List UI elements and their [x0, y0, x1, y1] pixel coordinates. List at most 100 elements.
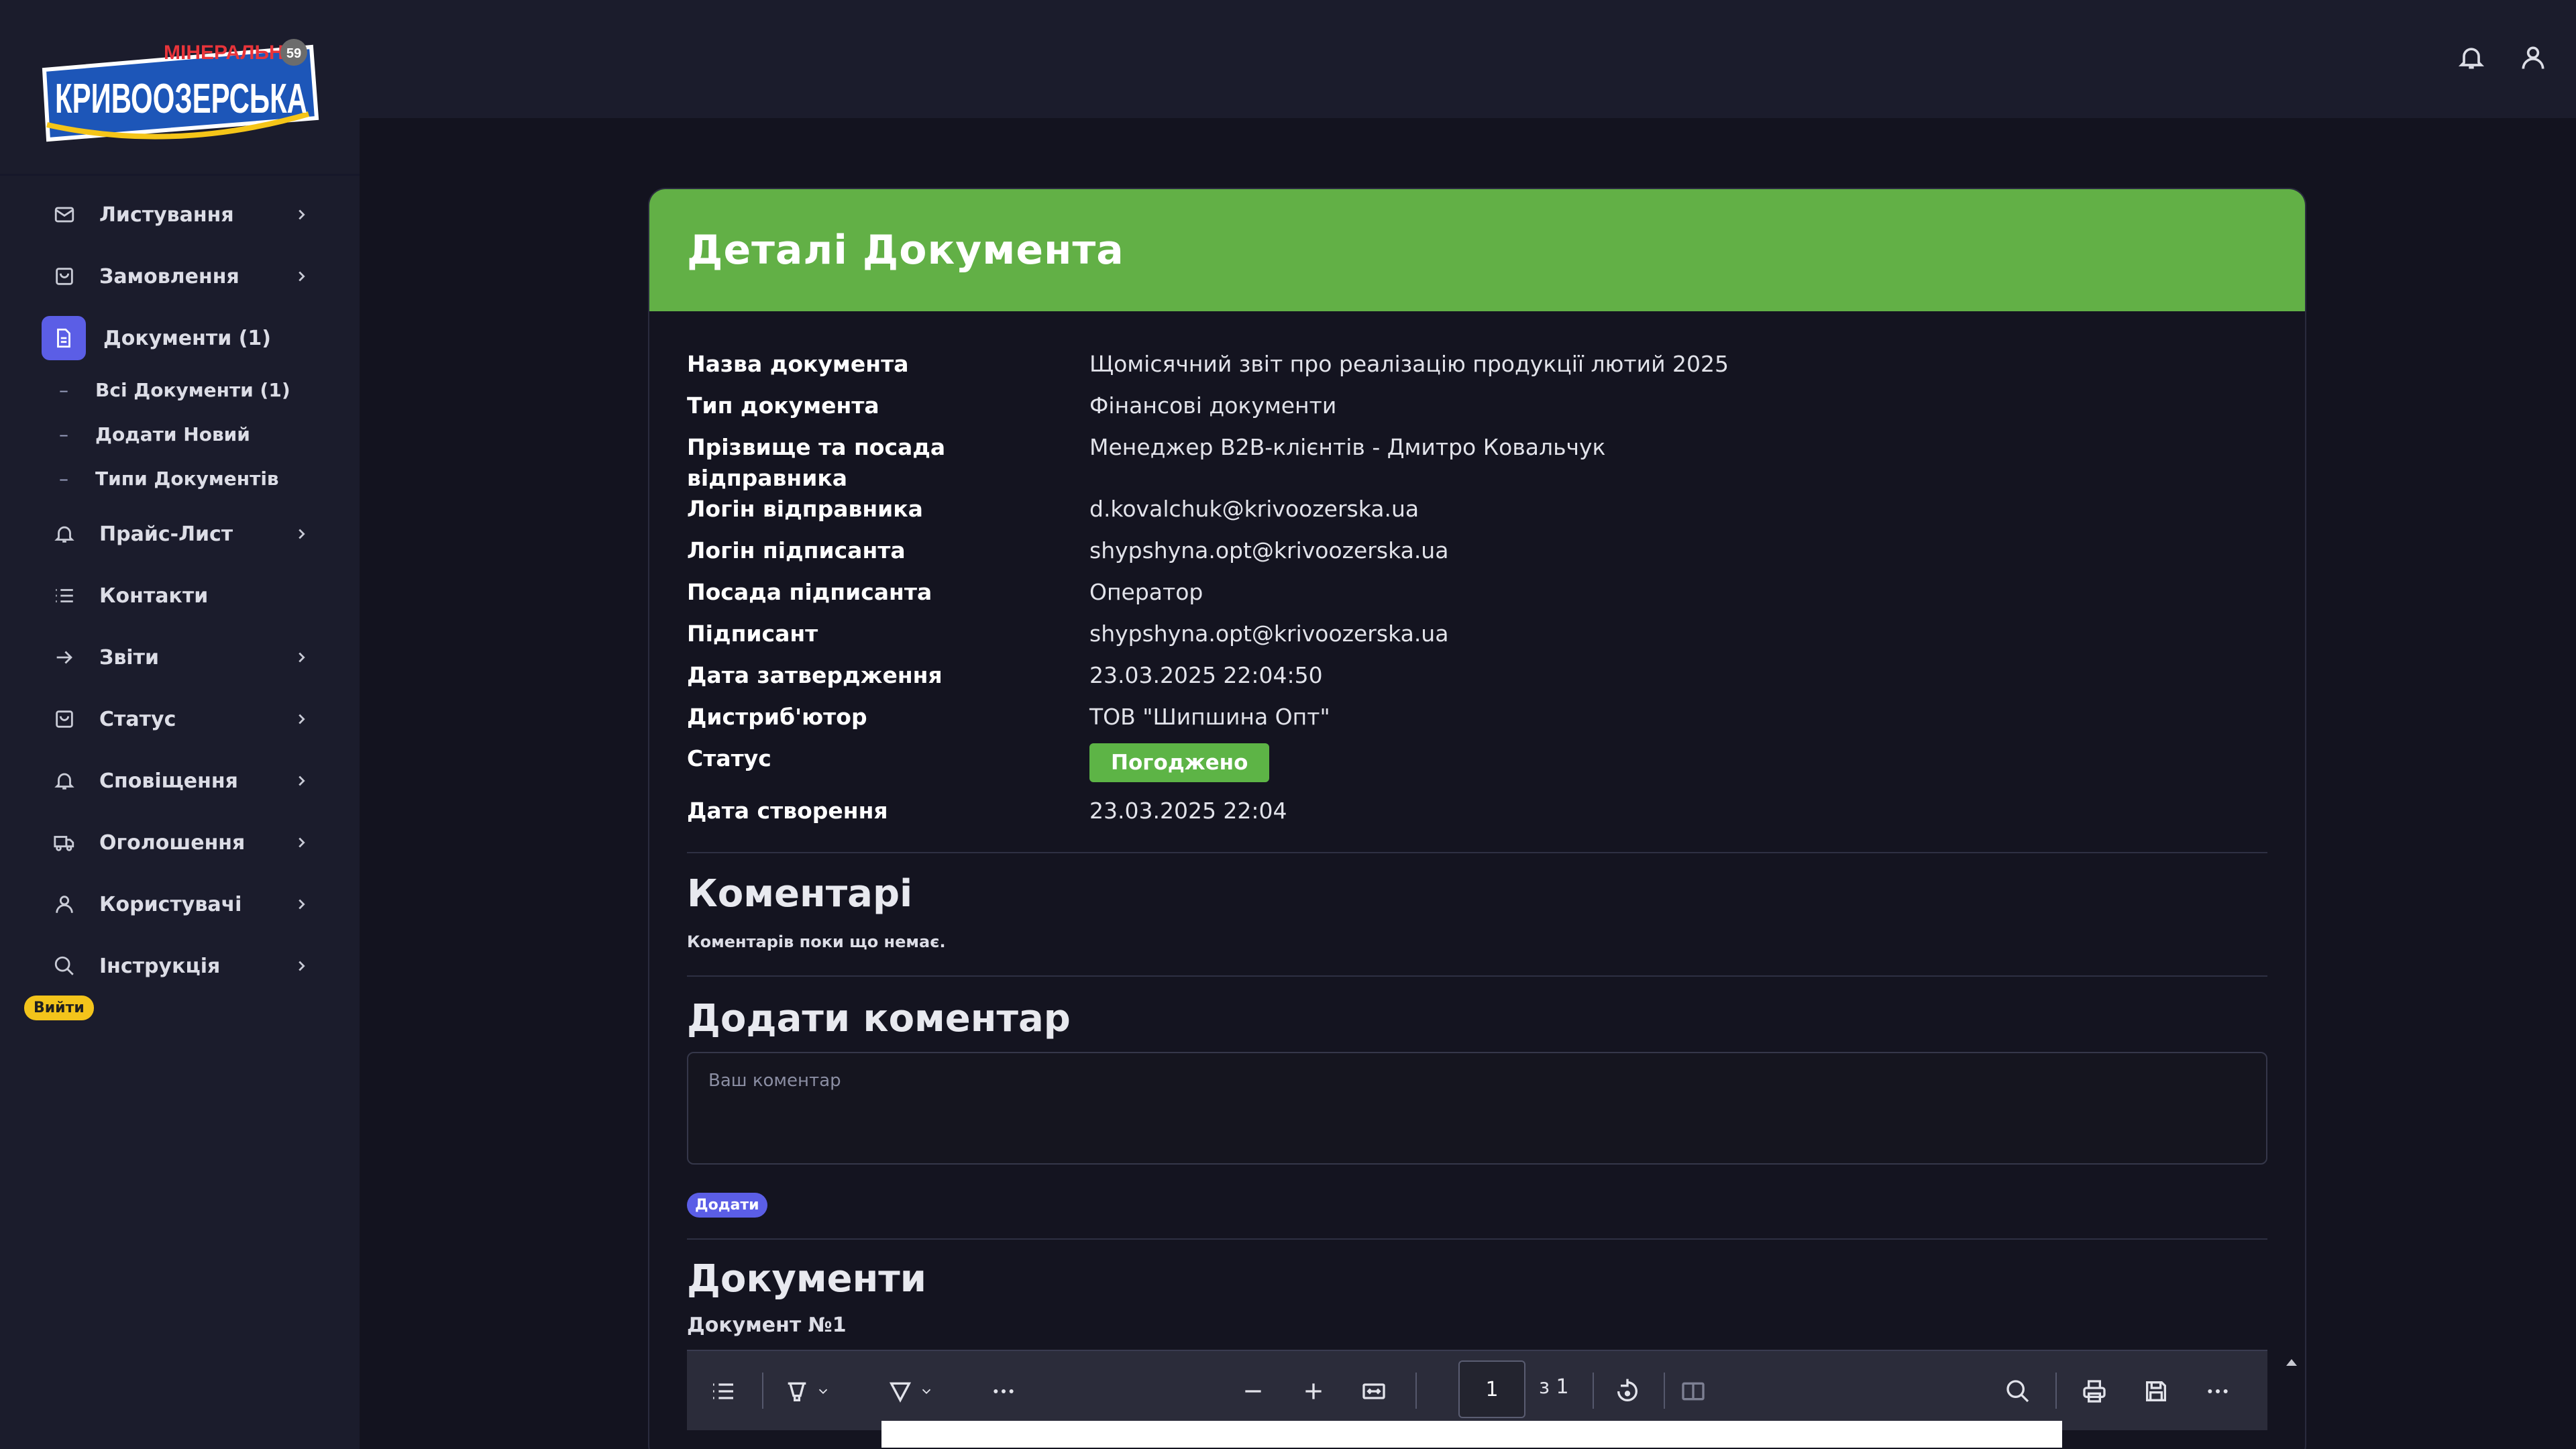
sidebar-subitem-label: Типи Документів	[95, 467, 279, 490]
rotate-icon[interactable]	[1611, 1375, 1644, 1407]
chevron-right-icon	[299, 714, 305, 724]
chevron-right-icon	[299, 271, 305, 282]
field-row: Тип документа Фінансові документи	[687, 390, 2270, 421]
field-value: Оператор	[1089, 579, 1203, 605]
svg-text:МІНЕРАЛЬНА: МІНЕРАЛЬНА	[164, 42, 298, 64]
sidebar-item-documents[interactable]: Документи (1)	[42, 311, 323, 365]
mail-icon	[52, 203, 76, 227]
sidebar-item-announcements[interactable]: Оголошення	[42, 816, 323, 869]
field-row: Логін відправника d.kovalchuk@krivoozers…	[687, 494, 2270, 525]
field-label: Назва документа	[687, 351, 909, 377]
sidebar-item-label: Користувачі	[99, 892, 242, 916]
field-label: Логін підписанта	[687, 537, 906, 564]
print-icon[interactable]	[2078, 1375, 2110, 1407]
sidebar-item-reports[interactable]: Звіти	[42, 631, 323, 684]
sidebar-item-label: Інструкція	[99, 954, 221, 978]
list-icon	[52, 584, 76, 608]
draw-icon[interactable]	[884, 1375, 916, 1407]
bell-icon	[52, 769, 76, 793]
pdf-viewer-toolbar: 1 з 1	[687, 1350, 2267, 1448]
chevron-right-icon	[299, 961, 305, 971]
divider	[687, 852, 2267, 853]
page-view-icon[interactable]	[1677, 1375, 1709, 1407]
search-icon	[52, 954, 76, 978]
sidebar-item-instructions[interactable]: Інструкція	[42, 939, 323, 993]
comment-textarea[interactable]: Ваш коментар	[687, 1052, 2267, 1165]
page-title: Деталі Документа	[687, 227, 1124, 274]
save-icon[interactable]	[2140, 1375, 2172, 1407]
fit-width-icon[interactable]	[1358, 1375, 1390, 1407]
chevron-right-icon	[299, 652, 305, 663]
field-row: Підписант shypshyna.opt@krivoozerska.ua	[687, 619, 2270, 649]
sidebar-item-price-list[interactable]: Прайс-Лист	[42, 507, 323, 561]
user-icon[interactable]	[2518, 43, 2548, 72]
zoom-in-icon[interactable]	[1297, 1375, 1330, 1407]
page-number-input[interactable]: 1	[1458, 1360, 1525, 1418]
bag-icon	[52, 264, 76, 288]
sidebar: МІНЕРАЛЬНА КРИВООЗЕРСЬКА 59 Листування З…	[0, 0, 360, 1449]
sidebar-item-label: Сповіщення	[99, 769, 238, 793]
sidebar-item-label: Прайс-Лист	[99, 522, 233, 546]
more-icon[interactable]	[2202, 1375, 2234, 1407]
field-row: Посада підписанта Оператор	[687, 577, 2270, 608]
add-comment-title: Додати коментар	[687, 997, 1071, 1040]
field-label: Дата створення	[687, 798, 888, 824]
documents-title: Документи	[687, 1257, 926, 1301]
highlight-icon[interactable]	[781, 1375, 813, 1407]
card-header: Деталі Документа	[649, 189, 2305, 311]
document-label: Документ №1	[687, 1313, 847, 1337]
sidebar-subitem-label: Всі Документи (1)	[95, 378, 290, 401]
field-label: Прізвище та посада відправника	[687, 434, 946, 491]
sidebar-subitem-add-new[interactable]: – Додати Новий	[59, 417, 250, 451]
sidebar-item-orders[interactable]: Замовлення	[42, 250, 323, 303]
more-icon[interactable]	[987, 1375, 1020, 1407]
document-icon	[42, 316, 86, 360]
zoom-out-icon[interactable]	[1237, 1375, 1269, 1407]
field-row: Статус Погоджено	[687, 743, 2270, 782]
page-count: з 1	[1539, 1375, 1569, 1399]
chevron-down-icon[interactable]	[916, 1375, 936, 1407]
sidebar-subitem-all-documents[interactable]: – Всі Документи (1)	[59, 373, 290, 407]
field-label: Дата затвердження	[687, 662, 943, 688]
field-label: Дистриб'ютор	[687, 704, 867, 730]
sidebar-item-label: Статус	[99, 707, 176, 731]
table-of-contents-icon[interactable]	[707, 1375, 739, 1407]
field-row: Дата створення 23.03.2025 22:04	[687, 796, 2270, 826]
field-row: Дистриб'ютор ТОВ "Шипшина Опт"	[687, 702, 2270, 733]
comments-empty-text: Коментарів поки що немає.	[687, 932, 946, 951]
sidebar-item-contacts[interactable]: Контакти	[42, 569, 323, 623]
svg-text:КРИВООЗЕРСЬКА: КРИВООЗЕРСЬКА	[55, 76, 307, 122]
truck-icon	[52, 830, 76, 855]
field-row: Логін підписанта shypshyna.opt@krivoozer…	[687, 535, 2270, 566]
field-value: 23.03.2025 22:04:50	[1089, 662, 1323, 688]
sidebar-item-label: Звіти	[99, 645, 159, 669]
sidebar-item-users[interactable]: Користувачі	[42, 877, 323, 931]
bell-icon[interactable]	[2457, 43, 2486, 72]
sidebar-item-notifications[interactable]: Сповіщення	[42, 754, 323, 808]
sidebar-item-label: Замовлення	[99, 264, 239, 288]
status-badge: Погоджено	[1089, 743, 1270, 782]
chevron-right-icon	[299, 899, 305, 910]
sidebar-item-correspondence[interactable]: Листування	[42, 188, 323, 241]
document-details-card: Деталі Документа Назва документа Щомісяч…	[648, 188, 2306, 1449]
logout-button[interactable]: Вийти	[24, 996, 94, 1020]
field-value: shypshyna.opt@krivoozerska.ua	[1089, 537, 1449, 564]
sidebar-item-label: Документи (1)	[103, 326, 271, 350]
comments-title: Коментарі	[687, 872, 913, 916]
search-icon[interactable]	[2002, 1375, 2034, 1407]
arrow-right-icon	[52, 645, 76, 669]
add-comment-button[interactable]: Додати	[687, 1193, 767, 1218]
sidebar-item-status[interactable]: Статус	[42, 692, 323, 746]
sidebar-subitem-label: Додати Новий	[95, 423, 250, 445]
chevron-down-icon[interactable]	[813, 1375, 833, 1407]
field-row: Назва документа Щомісячний звіт про реал…	[687, 349, 2270, 380]
field-label: Підписант	[687, 621, 818, 647]
field-value: ТОВ "Шипшина Опт"	[1089, 704, 1330, 730]
field-row: Прізвище та посада відправника Менеджер …	[687, 432, 2270, 494]
sidebar-subitem-document-types[interactable]: – Типи Документів	[59, 462, 279, 495]
field-value: Щомісячний звіт про реалізацію продукції…	[1089, 351, 1729, 377]
scroll-up-icon[interactable]	[2284, 1355, 2300, 1371]
chevron-right-icon	[299, 837, 305, 848]
brand-logo[interactable]: МІНЕРАЛЬНА КРИВООЗЕРСЬКА 59	[40, 39, 322, 146]
top-bar	[360, 0, 2576, 118]
